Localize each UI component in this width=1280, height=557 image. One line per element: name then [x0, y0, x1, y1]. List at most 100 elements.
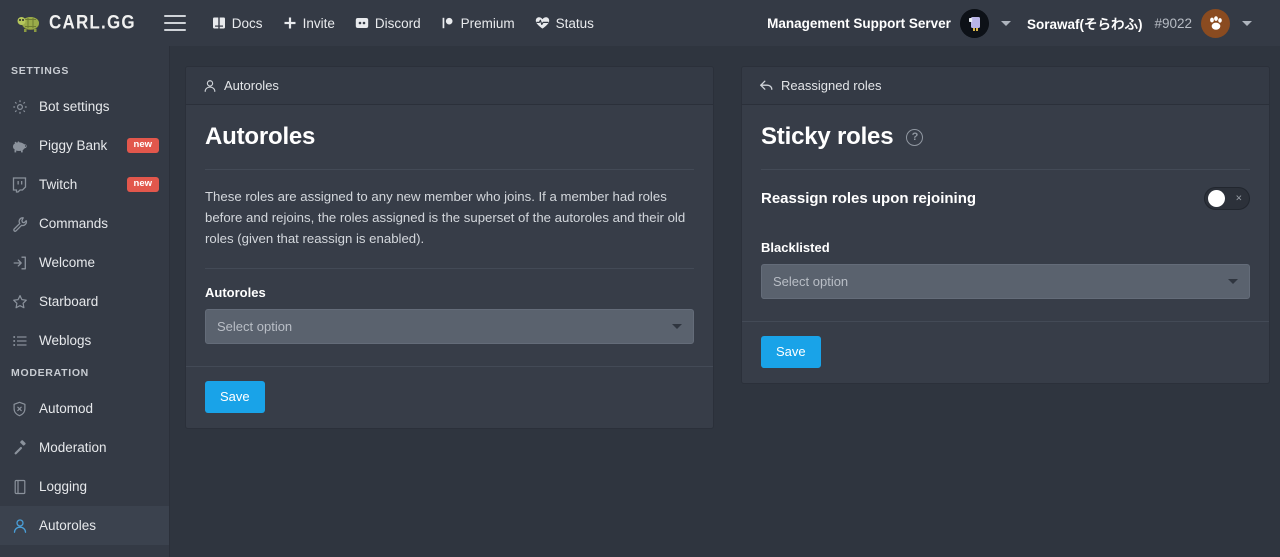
toggle-off-icon: × — [1235, 192, 1242, 204]
sidebar-item-label: Moderation — [39, 440, 107, 455]
top-bar: CARL.GG Docs Invite Discord Premium Stat… — [0, 0, 1280, 46]
sidebar-item-label: Logging — [39, 479, 88, 494]
description-divider — [205, 267, 694, 269]
lollipop-icon — [441, 16, 455, 30]
wrench-icon — [11, 216, 28, 232]
sidebar-item-automod[interactable]: Automod — [0, 389, 169, 428]
autoroles-card-header-label: Autoroles — [224, 78, 279, 93]
autoroles-select[interactable]: Select option — [205, 308, 694, 344]
sidebar-item-weblogs[interactable]: Weblogs — [0, 321, 169, 360]
reassign-roles-toggle[interactable]: × — [1204, 187, 1250, 210]
user-menu[interactable]: Sorawaf(そらわふ) #9022 — [1026, 8, 1230, 38]
sidebar-item-label: Piggy Bank — [39, 138, 108, 153]
save-button[interactable]: Save — [761, 336, 821, 368]
chevron-down-icon — [672, 323, 682, 329]
blacklisted-field-label: Blacklisted — [761, 240, 830, 255]
server-avatar — [959, 8, 989, 38]
autoroles-description: These roles are assigned to any new memb… — [205, 189, 686, 246]
sticky-roles-card-body: Sticky roles ? Reassign roles upon rejoi… — [742, 105, 1269, 321]
server-selector[interactable]: Management Support Server — [767, 8, 989, 38]
sidebar-section-settings: SETTINGS — [11, 65, 70, 77]
nav-item-premium[interactable]: Premium — [441, 16, 515, 31]
nav-label: Invite — [302, 15, 335, 31]
server-chevron-down-icon[interactable] — [1000, 20, 1011, 26]
autoroles-column: Autoroles Autoroles These roles are assi… — [185, 66, 714, 429]
nav-item-docs[interactable]: Docs — [212, 16, 263, 31]
sidebar-item-label: Commands — [39, 216, 109, 231]
question-mark-icon[interactable]: ? — [906, 128, 924, 146]
user-icon — [203, 79, 217, 93]
nav-label: Docs — [231, 15, 263, 31]
sidebar-item-label: Welcome — [39, 255, 96, 270]
title-divider — [205, 169, 694, 170]
autoroles-field: Autoroles Select option — [205, 285, 694, 366]
nav-item-discord[interactable]: Discord — [355, 16, 421, 31]
sidebar-item-bot-settings[interactable]: Bot settings — [0, 87, 169, 126]
user-chevron-down-icon[interactable] — [1242, 20, 1252, 26]
sidebar-section-moderation: MODERATION — [11, 367, 89, 379]
sidebar-item-label: Weblogs — [39, 333, 92, 348]
user-name: Sorawaf(そらわふ) — [1026, 17, 1143, 32]
twitch-icon — [11, 176, 28, 193]
nav-item-status[interactable]: Status — [535, 16, 594, 31]
autoroles-select-placeholder: Select option — [217, 318, 293, 334]
sign-in-icon — [11, 255, 28, 271]
paw-avatar — [1201, 8, 1230, 38]
nav-label: Premium — [460, 15, 515, 31]
plus-icon — [283, 16, 297, 30]
gear-icon — [11, 99, 28, 115]
topbar-right: Management Support Server Sorawaf(そらわふ) … — [767, 8, 1268, 38]
sticky-roles-card-header: Reassigned roles — [742, 67, 1269, 105]
reassign-toggle-label: Reassign roles upon rejoining — [761, 190, 977, 207]
sidebar-item-label: Twitch — [39, 177, 78, 192]
discord-icon — [355, 16, 369, 30]
brand-text: CARL.GG — [49, 11, 136, 34]
autoroles-field-label: Autoroles — [205, 284, 266, 300]
nav-item-invite[interactable]: Invite — [283, 16, 335, 31]
nav-label: Status — [555, 15, 594, 31]
book-closed-icon — [11, 479, 28, 495]
sidebar-item-piggy-bank[interactable]: Piggy Bank new — [0, 126, 169, 165]
user-icon — [11, 518, 28, 534]
blacklisted-select-placeholder: Select option — [773, 274, 849, 289]
status-badge: new — [126, 177, 159, 192]
top-nav: Docs Invite Discord Premium Status — [212, 16, 594, 31]
sidebar-item-welcome[interactable]: Welcome — [0, 243, 169, 282]
book-icon — [212, 16, 226, 30]
chevron-down-icon — [1228, 279, 1238, 284]
heartbeat-icon — [535, 16, 550, 30]
blacklisted-select[interactable]: Select option — [761, 264, 1250, 299]
save-button[interactable]: Save — [205, 380, 265, 413]
autoroles-card-header: Autoroles — [186, 67, 713, 105]
sticky-roles-card-header-label: Reassigned roles — [781, 78, 882, 93]
toggle-knob — [1208, 190, 1225, 207]
autoroles-card-footer: Save — [186, 365, 713, 428]
sidebar-item-label: Starboard — [39, 294, 99, 309]
sidebar-item-label: Autoroles — [39, 518, 97, 533]
hamburger-icon[interactable] — [163, 15, 186, 31]
nav-label: Discord — [374, 15, 421, 31]
main-content: Autoroles Autoroles These roles are assi… — [170, 46, 1280, 557]
brand-logo-link[interactable]: CARL.GG — [16, 11, 136, 34]
page-body: SETTINGS Bot settings Piggy Bank new Twi… — [0, 46, 1280, 557]
status-badge: new — [126, 138, 159, 153]
sidebar-item-label: Automod — [39, 401, 94, 416]
sidebar-item-twitch[interactable]: Twitch new — [0, 165, 169, 204]
title-divider — [761, 169, 1250, 170]
blacklisted-field: Blacklisted Select option — [761, 240, 1250, 321]
autoroles-card-body: Autoroles These roles are assigned to an… — [186, 105, 713, 366]
sidebar-item-commands[interactable]: Commands — [0, 204, 169, 243]
autoroles-card: Autoroles Autoroles These roles are assi… — [185, 66, 714, 429]
page-title: Autoroles — [205, 123, 694, 151]
shield-x-icon — [11, 401, 28, 417]
sidebar-item-logging[interactable]: Logging — [0, 467, 169, 506]
sidebar-item-moderation[interactable]: Moderation — [0, 428, 169, 467]
server-name: Management Support Server — [767, 15, 951, 31]
user-discriminator: #9022 — [1154, 15, 1192, 31]
reply-arrow-icon — [759, 79, 774, 93]
sticky-roles-card: Reassigned roles Sticky roles ? Reassign… — [741, 66, 1270, 384]
sidebar-item-autoroles[interactable]: Autoroles — [0, 506, 169, 545]
sticky-roles-title: Sticky roles ? — [761, 123, 1250, 151]
autoroles-title-text: Autoroles — [205, 123, 316, 150]
sidebar-item-starboard[interactable]: Starboard — [0, 282, 169, 321]
